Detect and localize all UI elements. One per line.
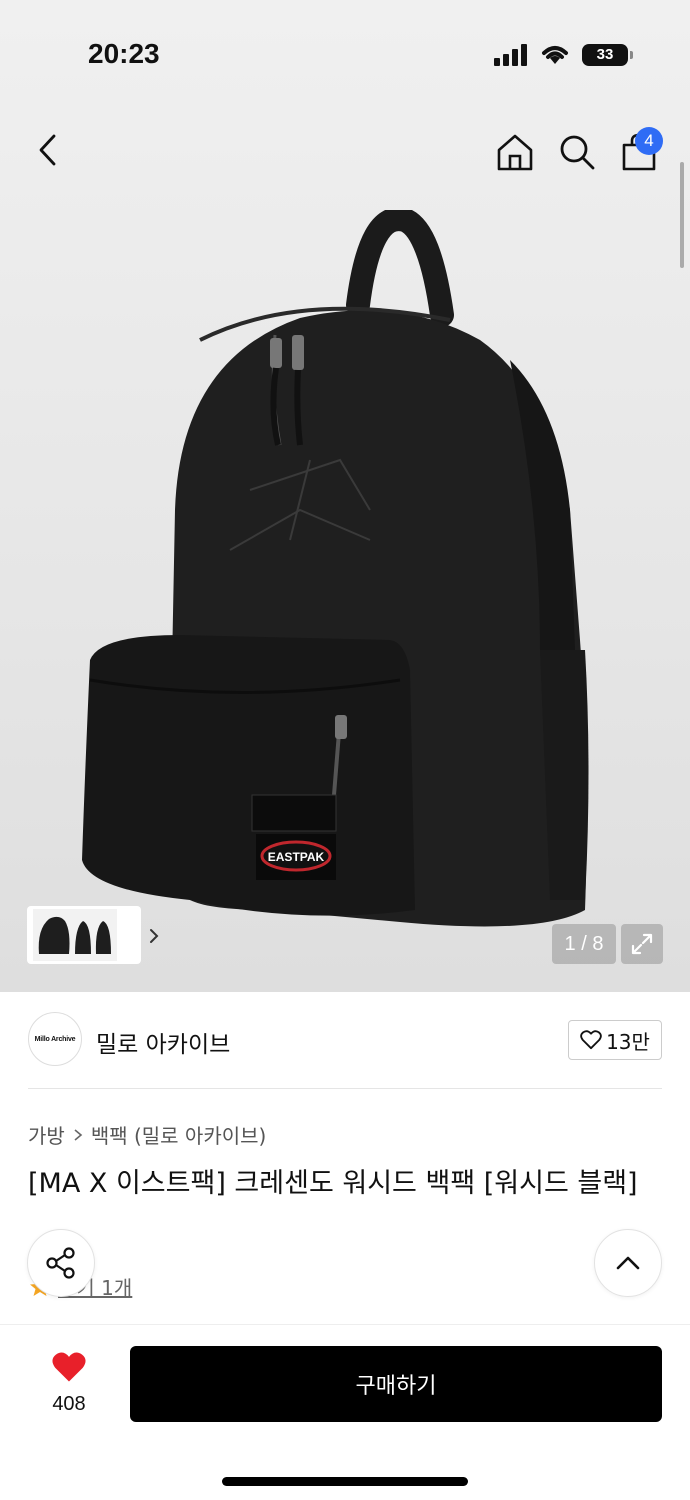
home-icon bbox=[497, 134, 533, 171]
thumbnail-strip[interactable] bbox=[27, 906, 159, 964]
bottom-action-bar: 408 구매하기 bbox=[0, 1324, 690, 1500]
share-icon bbox=[46, 1247, 75, 1279]
wishlist-count: 408 bbox=[52, 1393, 86, 1415]
search-icon bbox=[560, 135, 595, 170]
heart-filled-icon bbox=[52, 1352, 86, 1382]
share-button[interactable] bbox=[27, 1229, 95, 1297]
brand-logo[interactable]: Millo Archive bbox=[28, 1012, 82, 1066]
scroll-top-button[interactable] bbox=[594, 1229, 662, 1297]
product-image-area[interactable]: 20:23 33 4 EASTPAK 1 / 8 bbox=[0, 0, 690, 992]
chevron-right-icon bbox=[74, 1128, 83, 1141]
back-icon bbox=[39, 134, 56, 166]
status-bar: 20:23 33 bbox=[0, 0, 690, 110]
breadcrumb: 가방 백팩 (밀로 아카이브) bbox=[28, 1120, 266, 1149]
chevron-up-icon bbox=[616, 1256, 640, 1270]
search-button[interactable] bbox=[555, 130, 599, 174]
expand-icon bbox=[631, 933, 653, 955]
status-time: 20:23 bbox=[88, 38, 160, 69]
back-button[interactable] bbox=[26, 128, 70, 172]
cellular-signal-icon bbox=[494, 44, 527, 66]
heart-outline-icon bbox=[580, 1030, 602, 1050]
brand-like-count: 13만 bbox=[606, 1029, 650, 1054]
image-counter: 1 / 8 bbox=[552, 924, 616, 964]
breadcrumb-category[interactable]: 가방 bbox=[28, 1120, 65, 1149]
battery-indicator: 33 bbox=[582, 44, 633, 66]
wishlist-button[interactable]: 408 bbox=[36, 1351, 102, 1416]
brand-like-button[interactable]: 13만 bbox=[568, 1020, 662, 1060]
home-indicator bbox=[222, 1477, 468, 1486]
buy-button[interactable]: 구매하기 bbox=[130, 1346, 662, 1422]
chevron-right-icon bbox=[150, 929, 159, 943]
product-title: [MA X 이스트팩] 크레센도 워시드 백팩 [워시드 블랙] bbox=[28, 1168, 638, 1199]
product-detail-page: 20:23 33 4 EASTPAK 1 / 8 Millo Archive 밀… bbox=[0, 0, 690, 1500]
patch-brand-label: EASTPAK bbox=[268, 850, 325, 864]
expand-button[interactable] bbox=[621, 924, 663, 964]
wifi-icon bbox=[542, 46, 568, 64]
product-photo: EASTPAK bbox=[82, 210, 589, 927]
thumbnail-image bbox=[33, 909, 117, 961]
brand-row[interactable]: Millo Archive 밀로 아카이브 13만 bbox=[28, 1012, 662, 1068]
breadcrumb-subcategory[interactable]: 백팩 (밀로 아카이브) bbox=[91, 1120, 267, 1149]
brand-name[interactable]: 밀로 아카이브 bbox=[96, 1025, 230, 1059]
divider bbox=[28, 1088, 662, 1089]
home-button[interactable] bbox=[493, 130, 537, 174]
cart-count-badge: 4 bbox=[635, 127, 663, 155]
scrollbar[interactable] bbox=[680, 162, 684, 268]
